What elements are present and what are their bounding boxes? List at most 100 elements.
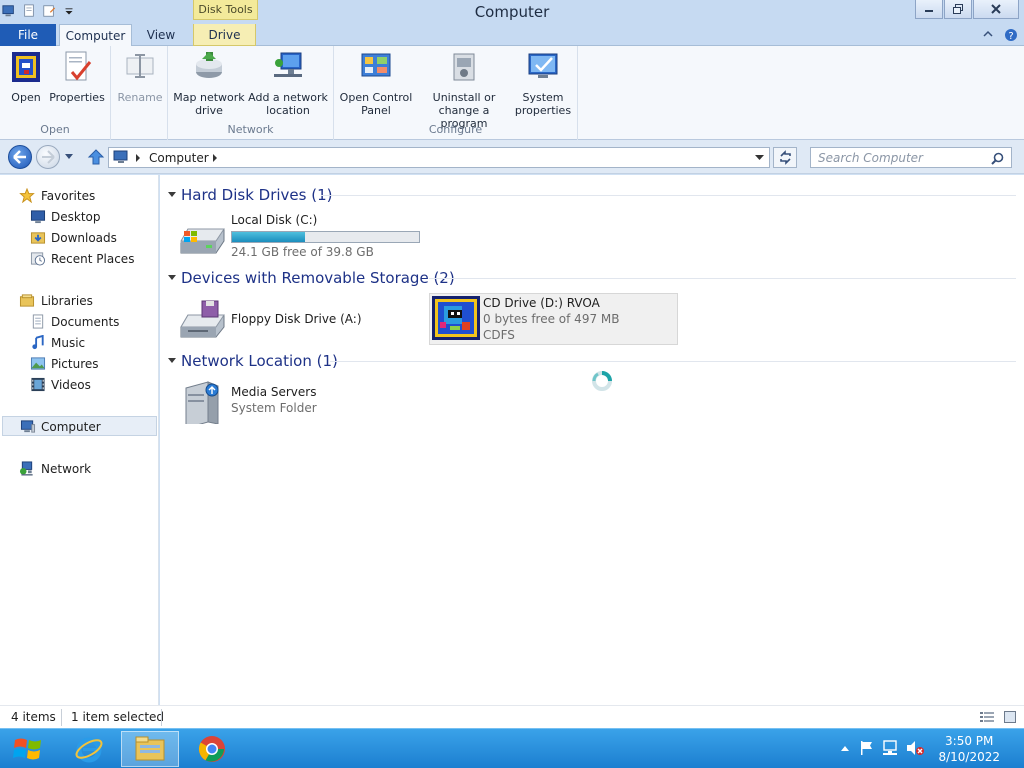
group-header-removable[interactable]: Devices with Removable Storage (2)	[160, 268, 1016, 288]
maximize-button[interactable]	[944, 0, 972, 19]
show-hidden-icons-icon[interactable]	[840, 744, 850, 752]
system-properties-icon	[528, 53, 558, 78]
drive-name-c: Local Disk (C:)	[231, 213, 318, 227]
minimize-ribbon-icon[interactable]	[982, 28, 994, 40]
collapse-chevron-icon[interactable]	[168, 275, 176, 280]
content-pane: Hard Disk Drives (1) Local Disk (C:) 24.…	[160, 175, 1024, 705]
address-bar[interactable]: Computer	[108, 147, 770, 168]
taskbar-internet-explorer[interactable]	[60, 731, 118, 767]
windows-logo-icon	[13, 738, 41, 760]
system-tray: 3:50 PM 8/10/2022	[834, 729, 1024, 768]
group-header-network-location[interactable]: Network Location (1)	[160, 351, 1016, 371]
clock[interactable]: 3:50 PM 8/10/2022	[938, 733, 1000, 765]
status-divider	[161, 709, 162, 726]
refresh-button[interactable]	[773, 147, 797, 168]
location-name-media-servers: Media Servers	[231, 385, 317, 399]
media-server-icon	[185, 381, 219, 424]
action-center-flag-icon[interactable]	[860, 740, 874, 756]
clock-date: 8/10/2022	[938, 750, 1000, 764]
help-icon[interactable]: ?	[1004, 28, 1018, 42]
taskbar-chrome[interactable]	[183, 731, 241, 767]
group-title-network-location: Network Location (1)	[181, 352, 338, 370]
map-network-drive-button[interactable]: Map network drive	[172, 50, 246, 117]
nav-item-documents[interactable]: Documents	[0, 312, 159, 332]
taskbar: 3:50 PM 8/10/2022	[0, 728, 1024, 768]
drive-tile-local-disk[interactable]: Local Disk (C:) 24.1 GB free of 39.8 GB	[178, 211, 426, 263]
tab-computer[interactable]: Computer	[59, 24, 132, 47]
search-box[interactable]: Search Computer	[810, 147, 1012, 168]
nav-item-network[interactable]: Network	[0, 459, 159, 479]
open-button[interactable]: Open	[4, 50, 48, 104]
tab-view[interactable]: View	[135, 24, 187, 46]
uninstall-program-button[interactable]: Uninstall or change a program	[416, 50, 512, 130]
add-network-location-label: Add a network location	[248, 91, 328, 117]
nav-label-pictures: Pictures	[51, 357, 99, 371]
navigation-bar: Computer Search Computer	[0, 140, 1024, 174]
nav-item-favorites[interactable]: Favorites	[0, 186, 159, 206]
details-view-icon[interactable]	[980, 711, 994, 723]
breadcrumb-chevron-icon[interactable]	[135, 154, 141, 162]
address-path[interactable]: Computer	[149, 151, 209, 165]
minimize-button[interactable]	[915, 0, 943, 19]
nav-item-downloads[interactable]: Downloads	[0, 228, 159, 248]
nav-label-favorites: Favorites	[41, 189, 96, 203]
search-placeholder[interactable]: Search Computer	[818, 151, 923, 165]
ribbon: Open Properties Open Rename Map network …	[0, 46, 1024, 140]
nav-item-pictures[interactable]: Pictures	[0, 354, 159, 374]
group-label-open: Open	[40, 123, 70, 136]
chrome-icon	[198, 736, 225, 762]
taskbar-file-explorer[interactable]	[121, 731, 179, 767]
volume-muted-icon[interactable]	[906, 740, 924, 756]
pictures-icon	[30, 357, 46, 370]
large-icons-view-icon[interactable]	[1004, 711, 1016, 723]
properties-button[interactable]: Properties	[48, 50, 106, 104]
ribbon-tab-row: File Computer View Drive ?	[0, 24, 1024, 47]
window-controls	[915, 0, 1019, 19]
system-properties-button[interactable]: System properties	[512, 50, 574, 117]
nav-item-videos[interactable]: Videos	[0, 375, 159, 395]
network-status-icon[interactable]	[882, 740, 898, 756]
breadcrumb-next-chevron-icon[interactable]	[212, 154, 218, 162]
nav-label-recent-places: Recent Places	[51, 252, 135, 266]
map-network-drive-icon	[196, 52, 222, 78]
group-header-hard-disk[interactable]: Hard Disk Drives (1)	[160, 185, 1016, 205]
collapse-chevron-icon[interactable]	[168, 192, 176, 197]
collapse-chevron-icon[interactable]	[168, 358, 176, 363]
nav-label-documents: Documents	[51, 315, 120, 329]
nav-item-libraries[interactable]: Libraries	[0, 291, 159, 311]
tab-file[interactable]: File	[0, 24, 56, 46]
nav-label-libraries: Libraries	[41, 294, 93, 308]
rename-label: Rename	[117, 91, 163, 104]
map-network-drive-label: Map network drive	[173, 91, 245, 117]
forward-button[interactable]	[36, 145, 60, 169]
back-button[interactable]	[8, 145, 32, 169]
close-button[interactable]	[973, 0, 1019, 19]
rename-icon	[126, 54, 154, 78]
tab-drive[interactable]: Drive	[193, 24, 256, 46]
busy-cursor-icon	[592, 371, 612, 391]
address-dropdown-icon[interactable]	[755, 155, 764, 161]
recent-locations-dropdown-icon[interactable]	[64, 153, 74, 161]
open-control-panel-button[interactable]: Open Control Panel	[338, 50, 414, 117]
start-button[interactable]	[0, 731, 56, 767]
rename-button[interactable]: Rename	[116, 50, 164, 104]
location-tile-media-servers[interactable]: Media Servers System Folder	[178, 376, 378, 428]
search-icon[interactable]	[991, 152, 1004, 165]
libraries-icon	[19, 294, 35, 307]
drive-name-cd: CD Drive (D:) RVOA	[483, 296, 600, 310]
add-network-location-button[interactable]: Add a network location	[247, 50, 329, 117]
group-divider	[321, 195, 1016, 196]
svg-text:?: ?	[1008, 31, 1013, 42]
nav-item-music[interactable]: Music	[0, 333, 159, 353]
minimize-icon	[925, 10, 933, 12]
drive-tile-floppy[interactable]: Floppy Disk Drive (A:)	[178, 293, 418, 345]
up-arrow-icon[interactable]	[87, 148, 105, 166]
nav-item-recent-places[interactable]: Recent Places	[0, 249, 159, 269]
status-selection: 1 item selected	[71, 710, 165, 724]
close-icon	[991, 4, 1001, 14]
videos-icon	[31, 377, 45, 392]
nav-item-desktop[interactable]: Desktop	[0, 207, 159, 227]
nav-item-computer[interactable]: Computer	[2, 416, 157, 436]
drive-tile-cd[interactable]: CD Drive (D:) RVOA 0 bytes free of 497 M…	[429, 293, 678, 345]
drive-name-floppy: Floppy Disk Drive (A:)	[231, 312, 362, 326]
